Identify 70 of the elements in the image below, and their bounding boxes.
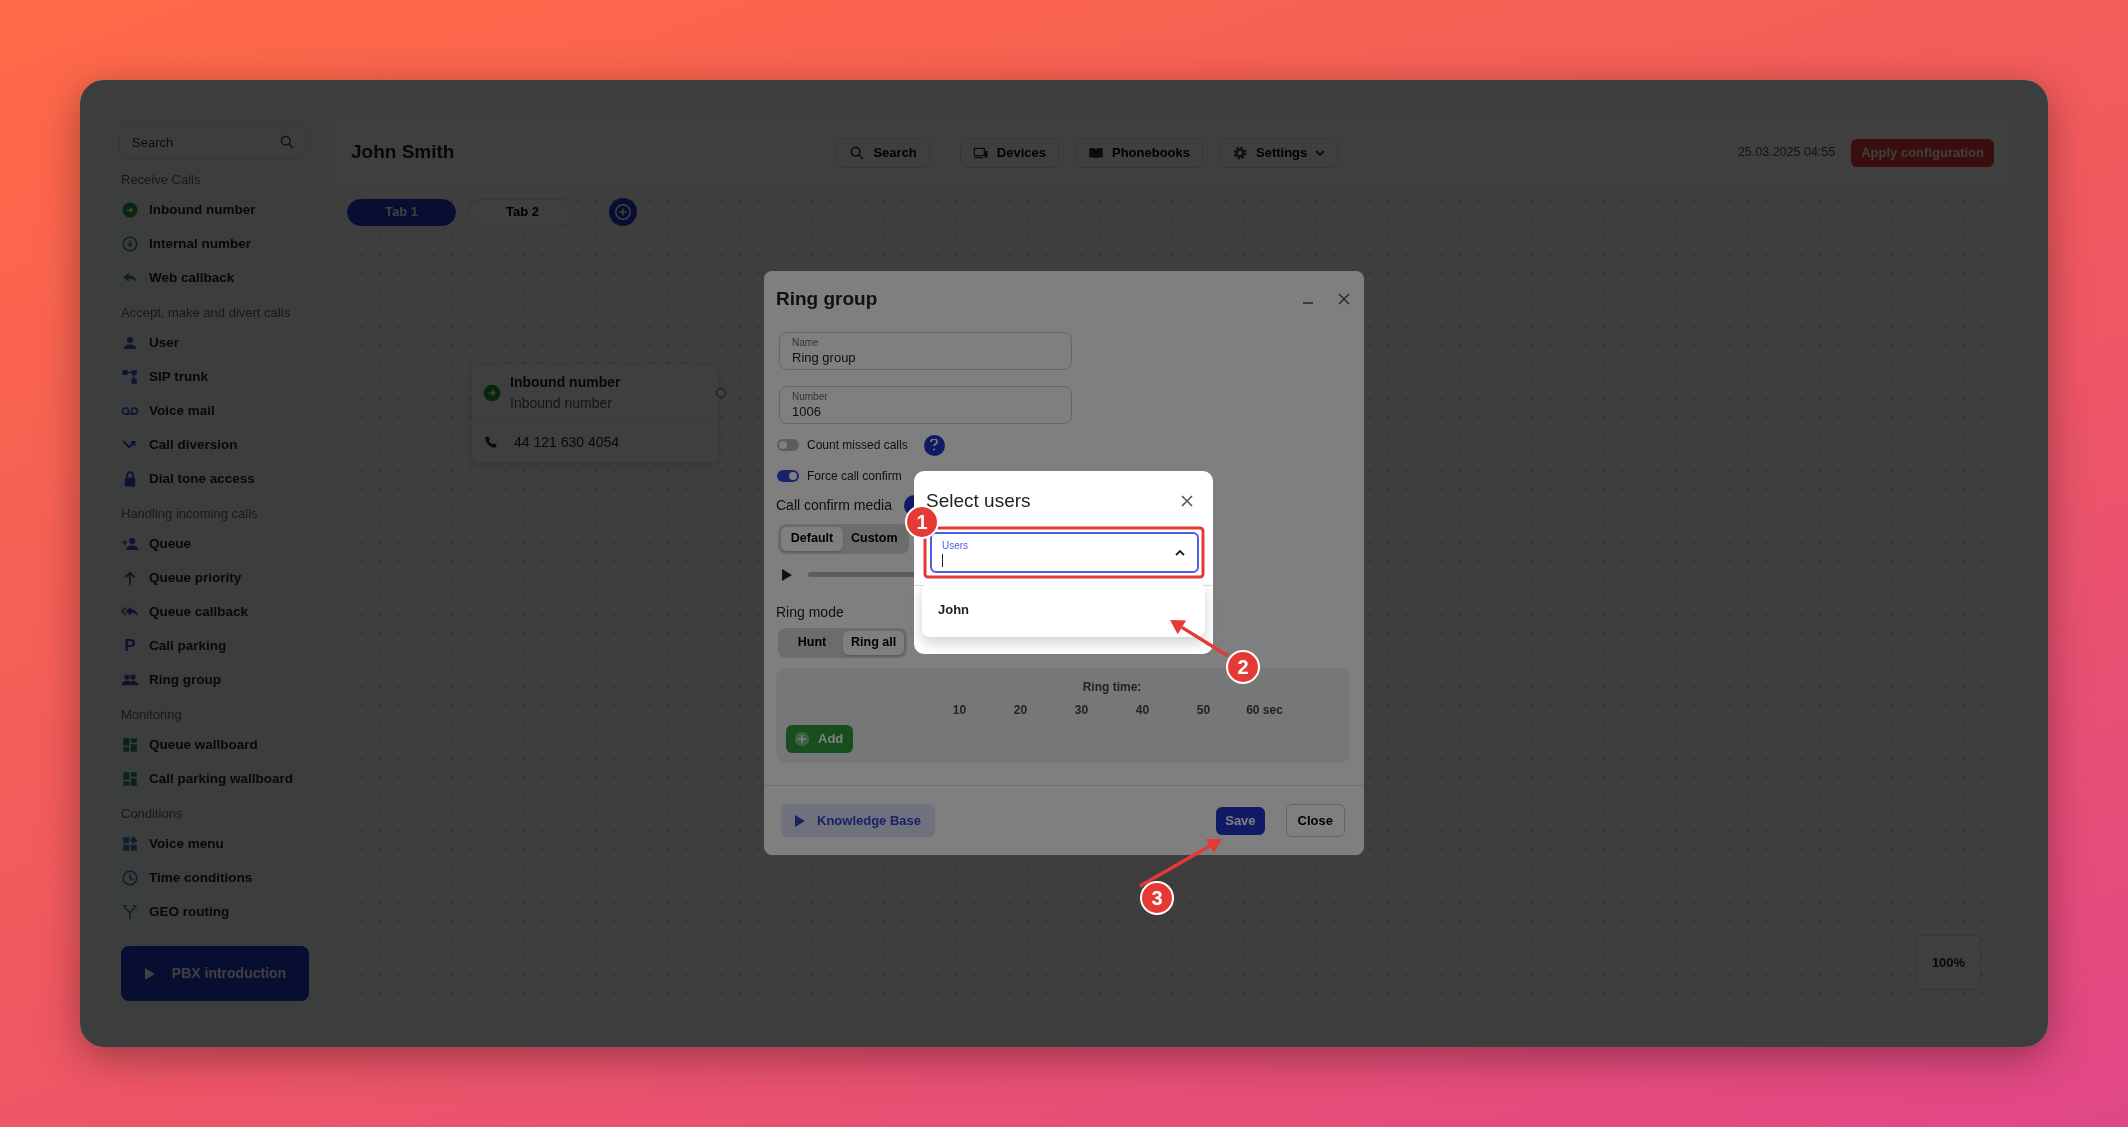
close-button[interactable]: Close	[1285, 804, 1345, 837]
chevron-up-icon	[1175, 548, 1185, 557]
close-icon	[1181, 495, 1193, 508]
add-button[interactable]: Add	[786, 724, 854, 753]
network-icon	[121, 368, 139, 386]
chevron-down-icon	[1315, 147, 1326, 158]
plus-circle-icon	[614, 203, 632, 221]
grid-icon	[121, 835, 139, 853]
close-icon	[1338, 293, 1350, 306]
toggle-switch[interactable]	[777, 439, 799, 451]
field-label: Number	[792, 390, 829, 403]
dashboard-icon	[121, 770, 139, 788]
phone-icon	[484, 435, 498, 449]
close-button[interactable]	[1181, 495, 1193, 508]
person-icon	[121, 334, 139, 352]
toolbar-button[interactable]: Phonebooks	[1075, 137, 1203, 168]
down-arrow-circle-icon	[121, 235, 139, 253]
toggle-label: Count missed calls	[807, 437, 908, 454]
text-field[interactable]: Number 1006	[779, 385, 1072, 424]
ring-time-label: Ring time:	[1082, 679, 1142, 694]
text-field[interactable]: Name Ring group	[779, 331, 1072, 370]
select-field[interactable]: Users	[930, 531, 1199, 573]
play-icon	[143, 966, 156, 981]
arrow	[1170, 620, 1229, 658]
fork-icon	[121, 903, 139, 921]
step-marker: 2	[1226, 650, 1260, 684]
field-label: Users	[942, 539, 970, 551]
search-icon	[849, 144, 866, 161]
toolbar-button[interactable]: Settings	[1219, 137, 1339, 168]
step-marker: 3	[1140, 881, 1174, 915]
tick-label: 60 sec	[1246, 702, 1283, 717]
arrow-circle-icon	[482, 382, 502, 403]
toggle-label: Force call confirm	[807, 468, 902, 485]
segment-button[interactable]: Ring all	[843, 630, 905, 655]
tick-label: 50	[1196, 702, 1211, 717]
knowledge-base-button[interactable]: Knowledge Base	[781, 804, 936, 837]
toggle-switch[interactable]	[777, 470, 799, 482]
gear-icon	[1232, 144, 1248, 161]
question-mark-icon	[930, 439, 939, 451]
segment-button[interactable]: Hunt	[781, 630, 843, 655]
segment-button[interactable]: Custom	[843, 526, 906, 551]
text-cursor	[942, 553, 943, 567]
close-button[interactable]	[1338, 293, 1350, 306]
clock-icon	[121, 869, 139, 887]
section-label: Call confirm media	[776, 496, 892, 515]
tick-label: 30	[1074, 702, 1089, 717]
tick-label: 40	[1135, 702, 1150, 717]
search-icon	[279, 134, 295, 150]
save-button[interactable]: Save	[1216, 806, 1265, 835]
plus-circle-icon	[794, 730, 810, 747]
field-value: Ring group	[792, 348, 857, 366]
arrow-circle-icon	[121, 201, 139, 219]
dropdown-option[interactable]: John	[922, 583, 1205, 637]
minimize-icon	[1302, 302, 1314, 305]
section-label: Ring mode	[776, 603, 844, 620]
play-icon	[782, 568, 792, 581]
toolbar-button[interactable]: Devices	[959, 137, 1059, 168]
person-add-icon	[121, 535, 139, 553]
tick-label: 10	[952, 702, 967, 717]
field-value: 1006	[792, 402, 822, 420]
tab[interactable]: Tab 2	[468, 198, 577, 226]
help-icon[interactable]	[923, 434, 945, 456]
toolbar-button[interactable]: Search	[836, 137, 930, 168]
dashboard-icon	[121, 736, 139, 754]
segment-button[interactable]: Default	[781, 526, 843, 551]
tick-label: 20	[1013, 702, 1028, 717]
dialog-title: Ring group	[776, 287, 878, 311]
minimize-button[interactable]	[1302, 302, 1314, 305]
play-icon	[795, 814, 805, 827]
field-label: Name	[792, 336, 820, 349]
